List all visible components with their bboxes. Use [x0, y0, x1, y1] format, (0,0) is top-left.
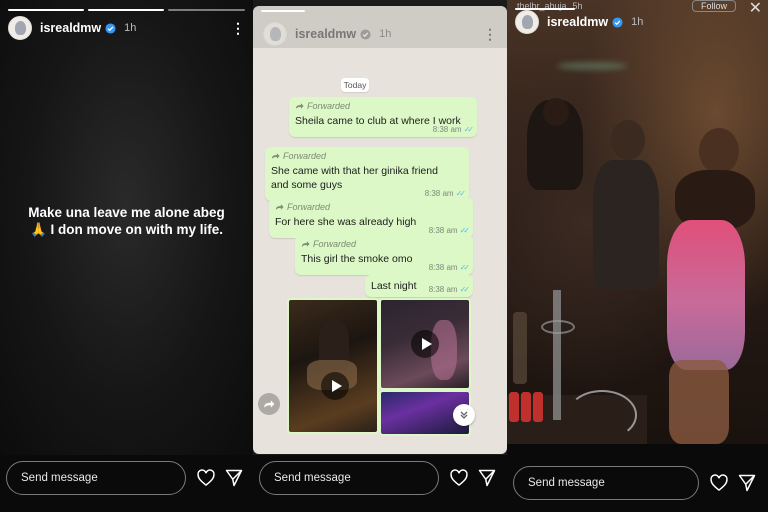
forwarded-label: Forwarded [271, 150, 463, 162]
chat-bubble: Forwarded This girl the smoke omo 8:38 a… [295, 235, 473, 275]
verified-badge-icon [360, 28, 371, 40]
message-meta: 8:38 am ✓✓ [428, 226, 471, 235]
read-receipt-icon: ✓✓ [463, 125, 475, 134]
forwarded-label: Forwarded [301, 238, 467, 250]
forwarded-label: Forwarded [295, 100, 471, 112]
avatar[interactable] [8, 16, 32, 40]
story-panel-2: isrealdmw 1h ⋮ Today Forwarded Sheila ca… [253, 0, 507, 512]
more-options-icon[interactable]: ⋮ [483, 27, 497, 41]
heart-icon[interactable] [196, 468, 216, 488]
chat-bubble: Forwarded She came with that her ginika … [265, 147, 469, 201]
story-header: isrealdmw 1h [515, 8, 760, 36]
more-options-icon[interactable]: ⋮ [231, 21, 245, 35]
read-receipt-icon: ✓✓ [459, 263, 471, 272]
forwarded-label: Forwarded [275, 201, 467, 213]
hookah [553, 290, 561, 420]
verified-badge-icon [612, 16, 623, 28]
pink-dress [667, 220, 745, 370]
chevron-down-icon[interactable] [453, 404, 475, 426]
share-icon[interactable] [258, 393, 280, 415]
message-meta: 8:38 am ✓✓ [428, 263, 471, 272]
message-text: She came with that her ginika friend and… [271, 165, 438, 191]
story-photo [507, 0, 768, 444]
username[interactable]: isrealdmw [295, 27, 356, 41]
send-icon[interactable] [477, 468, 497, 488]
date-chip: Today [341, 78, 369, 92]
can [533, 392, 543, 422]
play-icon[interactable] [411, 330, 439, 358]
forward-arrow-icon [301, 241, 310, 247]
bottle [513, 312, 527, 384]
can [509, 392, 519, 422]
play-icon[interactable] [321, 372, 349, 400]
story-panel-3: thelbr_abuja 5h Follow ✕ isrealdmw 1h Se… [507, 0, 768, 512]
avatar[interactable] [515, 10, 539, 34]
message-meta: 8:38 am ✓✓ [424, 189, 467, 198]
send-icon[interactable] [737, 473, 757, 493]
reply-bar: Send message [507, 444, 768, 512]
story-header: isrealdmw 1h ⋮ [8, 14, 245, 42]
username[interactable]: isrealdmw [547, 15, 608, 29]
post-time: 1h [631, 16, 644, 28]
username[interactable]: isrealdmw [40, 21, 101, 35]
forward-arrow-icon [271, 153, 280, 159]
post-time: 1h [124, 22, 137, 34]
story-header: isrealdmw 1h ⋮ [263, 20, 497, 48]
chat-screenshot: isrealdmw 1h ⋮ Today Forwarded Sheila ca… [253, 6, 507, 454]
read-receipt-icon: ✓✓ [459, 226, 471, 235]
heart-icon[interactable] [709, 473, 729, 493]
person-silhouette [593, 160, 659, 290]
chat-bubble: Forwarded Sheila came to club at where I… [289, 97, 477, 137]
send-message-input[interactable]: Send message [513, 466, 699, 500]
story-progress-bar [261, 10, 305, 12]
send-message-input[interactable]: Send message [259, 461, 439, 495]
verified-badge-icon [105, 22, 116, 34]
story-panel-1: isrealdmw 1h ⋮ Make una leave me alone a… [0, 0, 253, 512]
story-text: Make una leave me alone abeg 🙏 I don mov… [28, 205, 225, 237]
forward-arrow-icon [295, 103, 304, 109]
read-receipt-icon: ✓✓ [459, 285, 471, 294]
story-progress-bar [8, 9, 84, 11]
can [521, 392, 531, 422]
reply-bar: Send message [0, 455, 253, 512]
chat-bubble: Forwarded For here she was already high … [269, 198, 473, 238]
message-meta: 8:38 am ✓✓ [432, 125, 475, 134]
media-thumbnail[interactable] [287, 298, 379, 434]
story-progress-bar [88, 9, 164, 11]
send-message-input[interactable]: Send message [6, 461, 186, 495]
avatar[interactable] [263, 22, 287, 46]
chat-bubble: Last night 8:38 am ✓✓ [365, 275, 473, 297]
send-icon[interactable] [224, 468, 244, 488]
read-receipt-icon: ✓✓ [455, 189, 467, 198]
post-time: 1h [379, 28, 392, 40]
forward-arrow-icon [275, 204, 284, 210]
media-thumbnail[interactable] [379, 298, 471, 390]
reply-bar: Send message [253, 455, 507, 512]
heart-icon[interactable] [449, 468, 469, 488]
message-meta: 8:38 am ✓✓ [428, 285, 471, 294]
story-progress-bar [168, 9, 245, 11]
